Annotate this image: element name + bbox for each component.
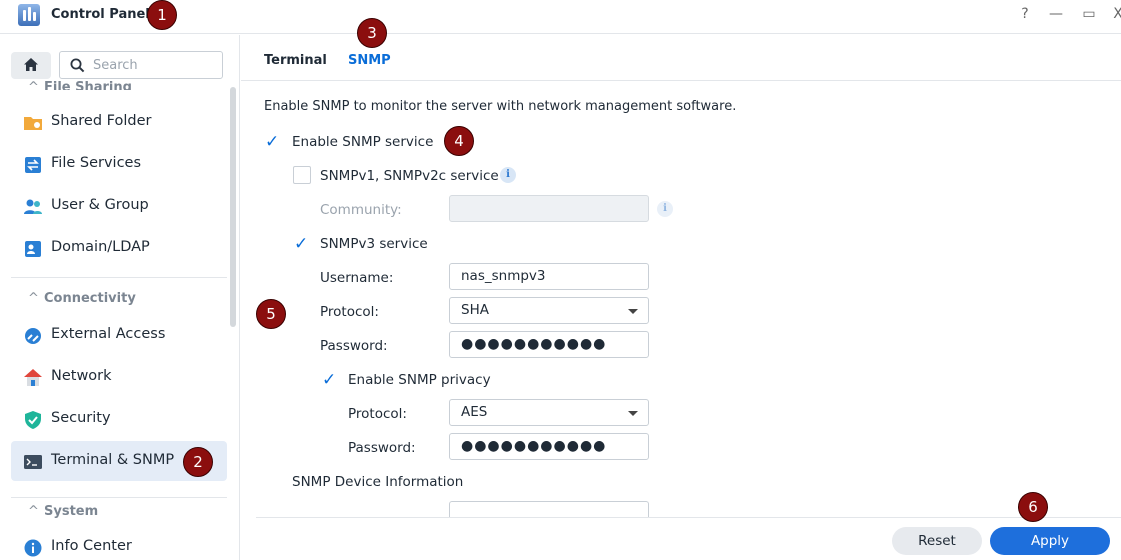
username-label: Username:	[320, 270, 394, 286]
domain-ldap-icon	[25, 241, 41, 257]
chevron-up-icon: ^	[28, 504, 39, 519]
home-icon	[24, 58, 38, 71]
privacy-password-label: Password:	[348, 440, 416, 456]
caret-down-icon	[628, 411, 638, 416]
enable-snmp-checkbox[interactable]: ✓	[264, 132, 282, 152]
section-system[interactable]: ^ System	[28, 504, 98, 519]
password-label: Password:	[320, 338, 388, 354]
search-icon	[70, 58, 85, 73]
help-button[interactable]: ?	[1015, 6, 1035, 22]
privacy-protocol-value: AES	[461, 404, 488, 420]
section-file-sharing[interactable]: ^ File Sharing	[28, 80, 132, 90]
device-name-field[interactable]	[449, 501, 649, 517]
enable-snmp-privacy-checkbox[interactable]: ✓	[321, 370, 339, 390]
sidebar-item-file-services[interactable]: File Services	[11, 144, 227, 184]
privacy-password-field[interactable]: ●●●●●●●●●●●	[449, 433, 649, 460]
tab-snmp[interactable]: SNMP	[348, 53, 391, 68]
snmpv3-label: SNMPv3 service	[320, 236, 428, 252]
reset-button[interactable]: Reset	[892, 527, 982, 555]
snmpv3-checkbox[interactable]: ✓	[293, 234, 311, 254]
checkmark-icon: ✓	[294, 234, 309, 254]
annotation-badge: 5	[256, 299, 286, 329]
user-group-icon	[24, 199, 42, 214]
sidebar-item-info-center[interactable]: Info Center	[11, 527, 227, 560]
enable-snmp-label: Enable SNMP service	[292, 134, 434, 150]
chevron-up-icon: ^	[28, 291, 39, 306]
close-button[interactable]: X	[1108, 6, 1121, 22]
sidebar-divider	[11, 277, 227, 278]
chevron-up-icon: ^	[28, 80, 39, 90]
protocol-select[interactable]: SHA	[449, 297, 649, 324]
sidebar-item-domain-ldap[interactable]: Domain/LDAP	[11, 228, 227, 268]
window-title: Control Panel	[51, 7, 150, 22]
checkmark-icon: ✓	[322, 370, 337, 390]
control-panel-app-icon	[18, 4, 40, 26]
sidebar-scrollbar[interactable]	[230, 87, 236, 327]
sidebar-item-shared-folder[interactable]: Shared Folder	[11, 102, 227, 142]
terminal-icon	[24, 455, 42, 469]
shield-icon	[25, 411, 41, 429]
annotation-badge: 6	[1018, 492, 1048, 522]
sidebar-item-external-access[interactable]: External Access	[11, 315, 227, 355]
annotation-badge: 4	[444, 126, 474, 156]
search-input[interactable]	[93, 56, 218, 74]
password-field[interactable]: ●●●●●●●●●●●	[449, 331, 649, 358]
snmpv1-v2c-label: SNMPv1, SNMPv2c service	[320, 168, 499, 184]
tab-terminal[interactable]: Terminal	[264, 53, 327, 68]
privacy-protocol-select[interactable]: AES	[449, 399, 649, 426]
minimize-button[interactable]: —	[1046, 6, 1066, 22]
annotation-badge: 1	[147, 0, 177, 30]
section-connectivity[interactable]: ^ Connectivity	[28, 291, 136, 306]
checkmark-icon: ✓	[265, 132, 280, 152]
sidebar-item-user-group[interactable]: User & Group	[11, 186, 227, 226]
info-icon[interactable]: i	[500, 167, 516, 183]
shared-folder-icon	[24, 117, 42, 130]
sidebar-item-network[interactable]: Network	[11, 357, 227, 397]
snmpv1-v2c-checkbox[interactable]	[293, 166, 311, 184]
apply-button[interactable]: Apply	[990, 527, 1110, 555]
maximize-button[interactable]: ▭	[1079, 6, 1099, 22]
sidebar: ^File Sharing Shared Folder File Service…	[0, 35, 240, 560]
info-icon[interactable]: i	[657, 201, 673, 217]
sidebar-item-security[interactable]: Security	[11, 399, 227, 439]
network-icon	[24, 369, 42, 386]
protocol-label: Protocol:	[320, 304, 379, 320]
protocol-value: SHA	[461, 302, 489, 318]
annotation-badge: 3	[357, 18, 387, 48]
sidebar-divider	[11, 497, 227, 498]
snmp-description: Enable SNMP to monitor the server with n…	[264, 99, 737, 114]
community-field[interactable]	[449, 195, 649, 222]
privacy-protocol-label: Protocol:	[348, 406, 407, 422]
caret-down-icon	[628, 309, 638, 314]
annotation-badge: 2	[183, 447, 213, 477]
info-center-icon	[24, 539, 42, 557]
search-field[interactable]	[59, 51, 223, 79]
snmp-device-info-heading: SNMP Device Information	[292, 474, 464, 490]
file-services-icon	[25, 157, 41, 173]
external-access-icon	[25, 328, 41, 344]
enable-snmp-privacy-label: Enable SNMP privacy	[348, 372, 491, 388]
username-field[interactable]: nas_snmpv3	[449, 263, 649, 290]
community-label: Community:	[320, 202, 402, 218]
home-button[interactable]	[11, 52, 51, 79]
